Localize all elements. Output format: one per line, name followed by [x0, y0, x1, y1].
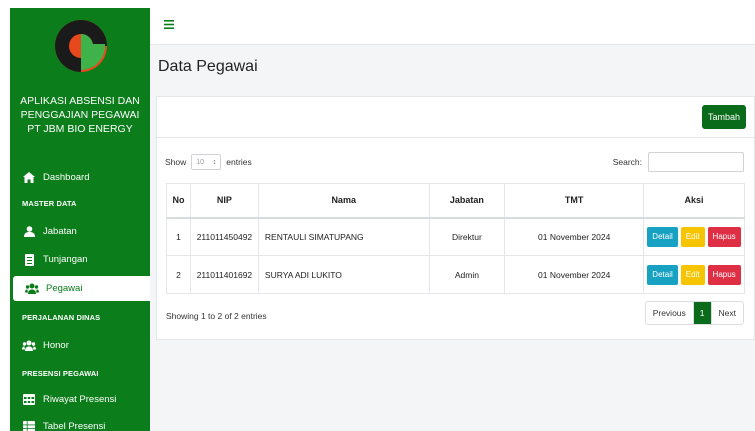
sidebar-item-honor[interactable]: Honor — [10, 333, 150, 358]
user-icon — [22, 226, 36, 238]
page-1-button[interactable]: 1 — [693, 302, 712, 324]
users-icon — [25, 283, 39, 295]
entries-select[interactable]: 10 ↕ — [191, 154, 222, 170]
logo-icon — [55, 20, 107, 72]
edit-button[interactable]: Edit — [680, 226, 705, 247]
hamburger-icon[interactable] — [164, 20, 174, 29]
table-icon — [22, 421, 36, 431]
entries-value: 10 — [196, 158, 205, 166]
sidebar-item-jabatan[interactable]: Jabatan — [10, 219, 150, 244]
chevron-updown-icon: ↕ — [212, 158, 217, 166]
cell-nama: RENTAULI SIMATUPANG — [257, 217, 430, 256]
brand-line-3: PT JBM BIO ENERGY — [27, 123, 133, 135]
edit-button[interactable]: Edit — [680, 264, 705, 285]
search-control: Search: — [613, 152, 744, 172]
pagination: Previous 1 Next — [644, 301, 744, 325]
cell-nip: 211011450492 — [189, 217, 259, 256]
table-row: 1 211011450492 RENTAULI SIMATUPANG Direk… — [166, 217, 746, 256]
search-input[interactable] — [648, 152, 744, 172]
app-brand: APLIKASI ABSENSI DAN PENGGAJIAN PEGAWAI … — [10, 94, 150, 136]
document-icon — [22, 253, 36, 266]
brand-line-1: APLIKASI ABSENSI DAN — [20, 95, 140, 107]
cell-no: 2 — [166, 255, 191, 294]
cell-nama: SURYA ADI LUKITO — [257, 255, 430, 294]
entries-control: Show 10 ↕ entries — [165, 154, 252, 170]
table-row: 2 211011401692 SURYA ADI LUKITO Admin 01… — [166, 255, 746, 294]
topbar — [150, 8, 755, 45]
sidebar-item-label: Dashboard — [43, 172, 90, 183]
sidebar-item-label: Honor — [43, 340, 69, 351]
cell-jabatan: Direktur — [428, 217, 506, 256]
cell-aksi: Detail Edit Hapus — [642, 255, 746, 294]
data-card: Tambah Show 10 ↕ entries Search: No NIP … — [156, 96, 755, 340]
column-header[interactable]: No — [166, 183, 191, 219]
sidebar-item-riwayat-presensi[interactable]: Riwayat Presensi — [10, 387, 150, 412]
sidebar-item-tunjangan[interactable]: Tunjangan — [10, 247, 150, 272]
home-icon — [22, 172, 36, 184]
sidebar-item-dashboard[interactable]: Dashboard — [10, 165, 150, 190]
sidebar-item-label: Tabel Presensi — [43, 421, 106, 431]
detail-button[interactable]: Detail — [647, 264, 678, 285]
cell-aksi: Detail Edit Hapus — [642, 217, 746, 256]
next-button[interactable]: Next — [712, 302, 743, 324]
cell-jabatan: Admin — [428, 255, 506, 294]
sidebar-item-label: Jabatan — [43, 226, 77, 237]
section-presensi-pegawai: PRESENSI PEGAWAI — [22, 369, 99, 378]
table-header-row: No NIP Nama Jabatan TMT Aksi — [166, 183, 746, 219]
cell-tmt: 01 November 2024 — [504, 255, 644, 294]
table-info: Showing 1 to 2 of 2 entries — [166, 311, 267, 321]
cell-no: 1 — [166, 217, 191, 256]
brand-line-2: PENGGAJIAN PEGAWAI — [20, 109, 140, 121]
column-header[interactable]: NIP — [189, 183, 259, 219]
search-label: Search: — [612, 157, 642, 167]
sidebar-item-tabel-presensi[interactable]: Tabel Presensi — [10, 414, 150, 431]
sidebar-item-label: Riwayat Presensi — [43, 394, 117, 405]
column-header[interactable]: Nama — [257, 183, 430, 219]
page-title: Data Pegawai — [158, 58, 258, 75]
show-label: Show — [165, 157, 187, 167]
cell-nip: 211011401692 — [189, 255, 259, 294]
sidebar-item-pegawai[interactable]: Pegawai — [13, 276, 150, 301]
delete-button[interactable]: Hapus — [707, 226, 741, 247]
section-master-data: MASTER DATA — [22, 199, 77, 208]
employee-table: No NIP Nama Jabatan TMT Aksi 1 211011450… — [166, 183, 746, 294]
card-header: Tambah — [157, 97, 755, 138]
column-header: Aksi — [642, 183, 746, 219]
detail-button[interactable]: Detail — [647, 226, 678, 247]
sidebar: APLIKASI ABSENSI DAN PENGGAJIAN PEGAWAI … — [10, 8, 150, 431]
section-perjalanan-dinas: PERJALANAN DINAS — [22, 313, 101, 322]
calendar-icon — [22, 394, 36, 406]
entries-label: entries — [226, 157, 252, 167]
previous-button[interactable]: Previous — [646, 302, 694, 324]
column-header[interactable]: Jabatan — [428, 183, 506, 219]
add-button[interactable]: Tambah — [702, 105, 746, 129]
delete-button[interactable]: Hapus — [707, 264, 741, 285]
sidebar-item-label: Tunjangan — [43, 254, 88, 265]
users-icon — [22, 340, 36, 352]
cell-tmt: 01 November 2024 — [504, 217, 644, 256]
sidebar-item-label: Pegawai — [46, 283, 83, 294]
column-header[interactable]: TMT — [504, 183, 644, 219]
